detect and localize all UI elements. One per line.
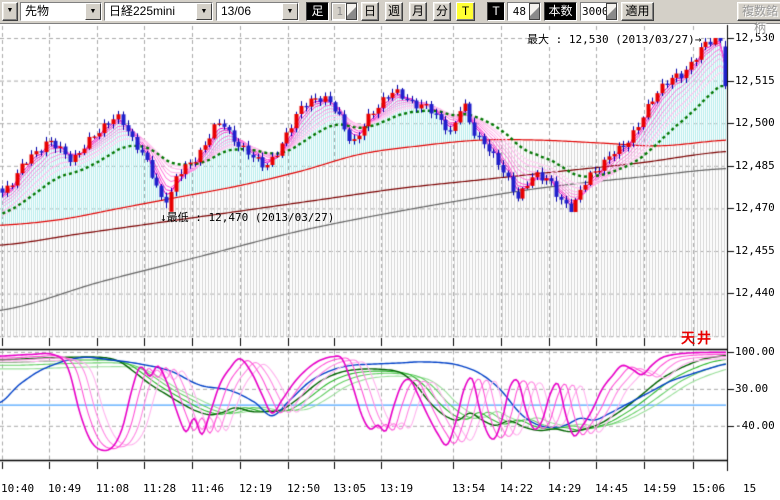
tick-mode-button[interactable]: T (456, 2, 475, 21)
bar-count-value[interactable]: 3000 (582, 4, 605, 19)
tick-count-value[interactable]: 48 (509, 4, 528, 19)
minute-button[interactable]: 分 (433, 2, 451, 21)
symbol-select-value: 日経225mini (106, 4, 195, 19)
tick-count-stepper[interactable]: 48 (507, 2, 541, 21)
chart-menu-dropdown-button[interactable]: ▼ (2, 2, 18, 21)
interval-stepper[interactable]: 1 (331, 2, 358, 21)
chart-application-window: ▼ 先物 ▼ 日経225mini ▼ 13/06 ▼ 足 1 日 週 月 分 T… (0, 0, 780, 500)
market-select[interactable]: 先物 ▼ (20, 2, 102, 21)
tick-count-label[interactable]: T (487, 2, 505, 21)
market-select-value: 先物 (22, 4, 84, 19)
multi-symbol-button: 複数銘柄 (737, 2, 780, 21)
bar-type-label[interactable]: 足 (306, 2, 329, 21)
chevron-down-icon[interactable]: ▼ (85, 3, 101, 20)
spinner-icon[interactable] (529, 3, 540, 20)
spinner-icon[interactable] (606, 3, 617, 20)
spinner-icon[interactable] (346, 3, 357, 20)
weekly-button[interactable]: 週 (385, 2, 403, 21)
toolbar: ▼ 先物 ▼ 日経225mini ▼ 13/06 ▼ 足 1 日 週 月 分 T… (0, 0, 780, 24)
monthly-button[interactable]: 月 (409, 2, 427, 21)
apply-button[interactable]: 適用 (621, 2, 654, 21)
symbol-select[interactable]: 日経225mini ▼ (104, 2, 213, 21)
bar-count-label[interactable]: 本数 (544, 2, 577, 21)
price-chart-canvas[interactable] (0, 0, 780, 500)
chevron-down-icon: ▼ (7, 7, 14, 14)
daily-button[interactable]: 日 (361, 2, 379, 21)
chevron-down-icon[interactable]: ▼ (196, 3, 212, 20)
chevron-down-icon[interactable]: ▼ (282, 3, 298, 20)
bar-count-stepper[interactable]: 3000 (580, 2, 618, 21)
interval-value[interactable]: 1 (333, 4, 345, 19)
contract-month-select[interactable]: 13/06 ▼ (216, 2, 299, 21)
contract-month-value: 13/06 (218, 4, 281, 19)
